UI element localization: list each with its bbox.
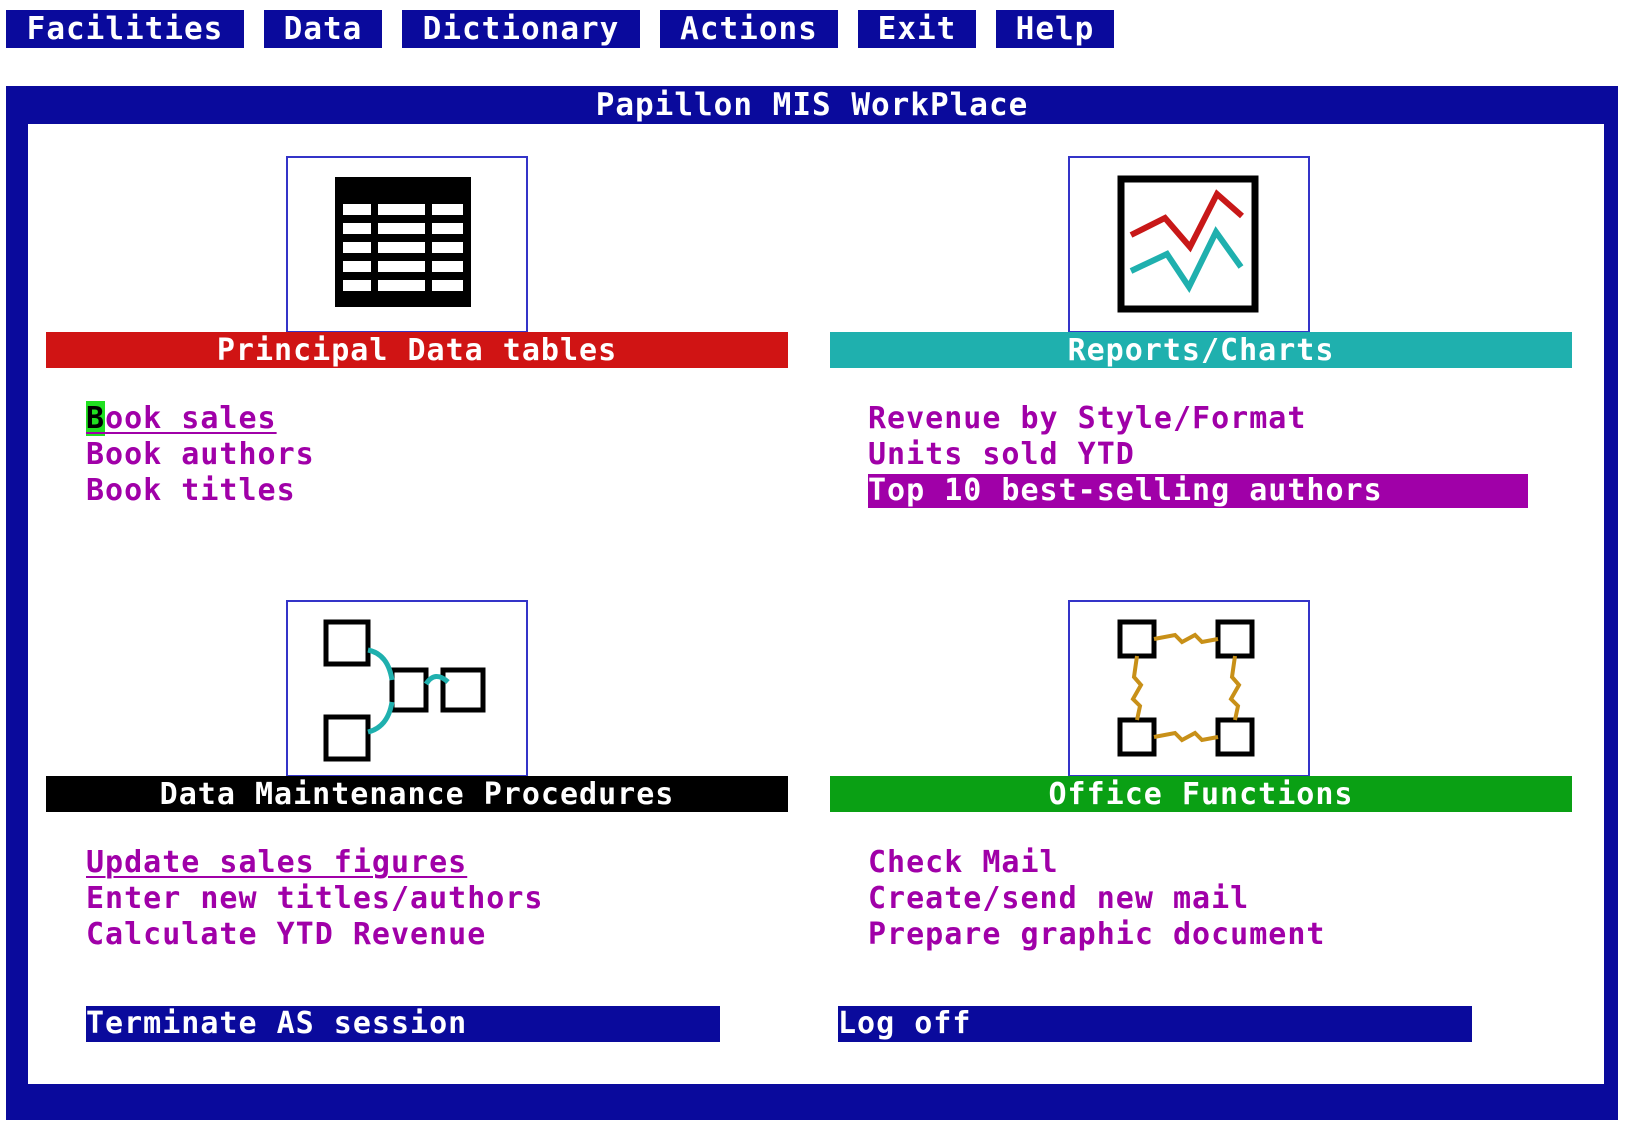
calculate-ytd-revenue-item[interactable]: Calculate YTD Revenue [86,918,486,952]
update-sales-figures-item[interactable]: Update sales figures [86,846,467,880]
book-sales-item[interactable]: Book sales [86,401,277,436]
create-send-mail-item[interactable]: Create/send new mail [868,882,1249,916]
revenue-by-style-item[interactable]: Revenue by Style/Format [868,402,1306,436]
linked-boxes-icon [323,619,486,762]
menu-exit[interactable]: Exit [858,10,976,48]
workplace-window: Papillon MIS WorkPlace Principal Data ta… [6,86,1618,1120]
office-functions-icon-button[interactable] [1068,600,1310,777]
principal-data-header: Principal Data tables [46,332,788,368]
book-sales-label: ook sales [105,401,277,436]
terminate-session-button[interactable]: Terminate AS session [86,1006,720,1042]
menu-help[interactable]: Help [996,10,1114,48]
check-mail-item[interactable]: Check Mail [868,846,1059,880]
function-key-legend: PF1=Help PF3=Cancel PF6=Options PF9=Swit… [185,1044,1444,1079]
data-maintenance-header: Data Maintenance Procedures [46,776,788,812]
log-off-button[interactable]: Log off [838,1006,1472,1042]
menu-facilities[interactable]: Facilities [6,10,244,48]
office-functions-header: Office Functions [830,776,1572,812]
reports-charts-icon-button[interactable] [1068,156,1310,333]
units-sold-ytd-item[interactable]: Units sold YTD [868,438,1135,472]
principal-data-icon-button[interactable] [286,156,528,333]
window-title: Papillon MIS WorkPlace [595,87,1029,123]
menu-actions[interactable]: Actions [660,10,838,48]
menu-dictionary[interactable]: Dictionary [402,10,640,48]
book-authors-item[interactable]: Book authors [86,438,315,472]
menu-data[interactable]: Data [264,10,382,48]
network-icon [1117,619,1255,757]
workplace-panel: Principal Data tables Book sales Book au… [28,124,1604,1084]
line-chart-icon [1117,175,1259,313]
reports-charts-header: Reports/Charts [830,332,1572,368]
table-icon [335,177,471,307]
enter-new-titles-item[interactable]: Enter new titles/authors [86,882,543,916]
book-titles-item[interactable]: Book titles [86,474,296,508]
top-10-authors-item[interactable]: Top 10 best-selling authors [868,474,1528,508]
text-cursor: B [86,401,106,436]
prepare-graphic-document-item[interactable]: Prepare graphic document [868,918,1325,952]
data-maintenance-icon-button[interactable] [286,600,528,777]
